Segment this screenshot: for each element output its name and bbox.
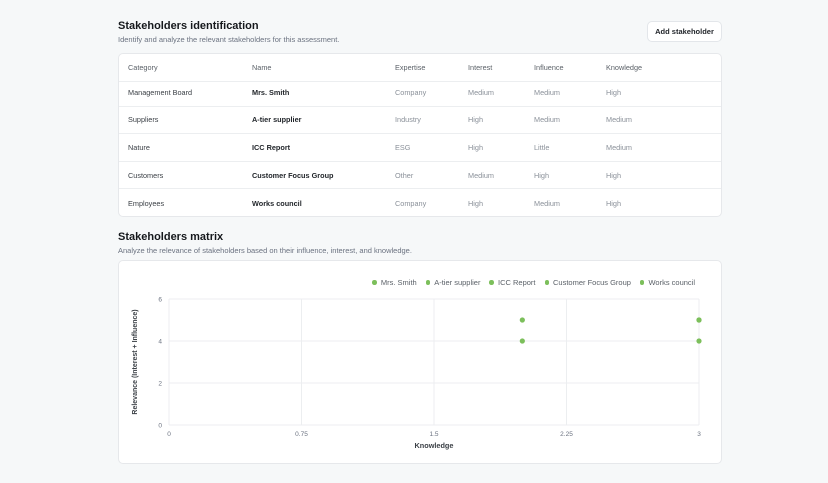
header-expertise[interactable]: Expertise [395,54,425,81]
cell-interest: High [468,198,484,208]
header-knowledge[interactable]: Knowledge [606,54,642,81]
table-row[interactable]: Customers Customer Focus Group Other Med… [119,162,721,190]
cell-interest: Medium [468,170,494,180]
table-row[interactable]: Management Board Mrs. Smith Company Medi… [119,79,721,107]
data-point [696,338,702,344]
table-row[interactable]: Employees Works council Company High Med… [119,189,721,216]
x-tick-label: 3 [697,431,701,438]
cell-expertise: Industry [395,115,421,125]
y-tick-label: 0 [158,422,162,429]
cell-knowledge: High [606,170,622,180]
cell-knowledge: Medium [606,142,632,152]
cell-influence: Medium [534,87,560,97]
cell-influence: Little [534,142,550,152]
stakeholders-matrix-card: Mrs. Smith A-tier supplier ICC Report Custo… [118,260,722,464]
header-interest[interactable]: Interest [468,54,492,81]
table-header-row: Category Name Expertise Interest Influen… [119,54,721,82]
header-name[interactable]: Name [252,54,271,81]
stakeholders-matrix-chart: 0 0.75 1.5 2.25 3 0 2 4 6 Knowledge Relevance (Int… [132,296,702,450]
cell-interest: Medium [468,87,494,97]
matrix-subtitle: Analyze the relevance of stakeholders ba… [118,246,412,255]
stakeholders-page: Stakeholders identification Identify and… [0,0,828,483]
cell-interest: High [468,115,484,125]
x-tick-label: 0.75 [295,431,308,438]
y-tick-label: 4 [158,338,162,345]
matrix-title: Stakeholders matrix [118,231,224,243]
cell-influence: Medium [534,115,560,125]
add-stakeholder-button[interactable]: Add stakeholder [647,21,722,42]
cell-category: Management Board [128,87,193,97]
header-category[interactable]: Category [128,54,158,81]
cell-influence: High [534,170,550,180]
x-axis-label: Knowledge [415,441,454,450]
x-tick-label: 1.5 [429,431,438,438]
y-tick-label: 2 [158,380,162,387]
cell-interest: High [468,142,484,152]
cell-expertise: Company [395,87,427,97]
cell-category: Nature [128,142,150,152]
header-influence[interactable]: Influence [534,54,564,81]
cell-name: A-tier supplier [252,115,302,125]
data-point [519,317,525,323]
y-tick-label: 6 [158,296,162,303]
cell-knowledge: High [606,198,622,208]
cell-expertise: Company [395,198,427,208]
table-row[interactable]: Suppliers A-tier supplier Industry High … [119,107,721,135]
identification-title: Stakeholders identification [118,20,259,32]
cell-knowledge: High [606,87,622,97]
cell-category: Customers [128,170,164,180]
cell-expertise: ESG [395,142,411,152]
data-point [519,338,525,344]
cell-influence: Medium [534,198,560,208]
cell-expertise: Other [395,170,414,180]
identification-subtitle: Identify and analyze the relevant stakeh… [118,35,340,44]
cell-name: Works council [252,198,302,208]
x-tick-label: 2.25 [560,431,573,438]
y-axis-label: Relevance (Interest + Influence) [132,309,139,414]
cell-category: Employees [128,198,165,208]
stakeholders-table: Category Name Expertise Interest Influen… [118,53,722,217]
x-tick-label: 0 [167,431,171,438]
cell-name: Mrs. Smith [252,87,290,97]
cell-name: ICC Report [252,142,291,152]
data-point [696,317,702,323]
cell-category: Suppliers [128,115,159,125]
cell-knowledge: Medium [606,115,632,125]
table-row[interactable]: Nature ICC Report ESG High Little Medium [119,134,721,162]
cell-name: Customer Focus Group [252,170,334,180]
